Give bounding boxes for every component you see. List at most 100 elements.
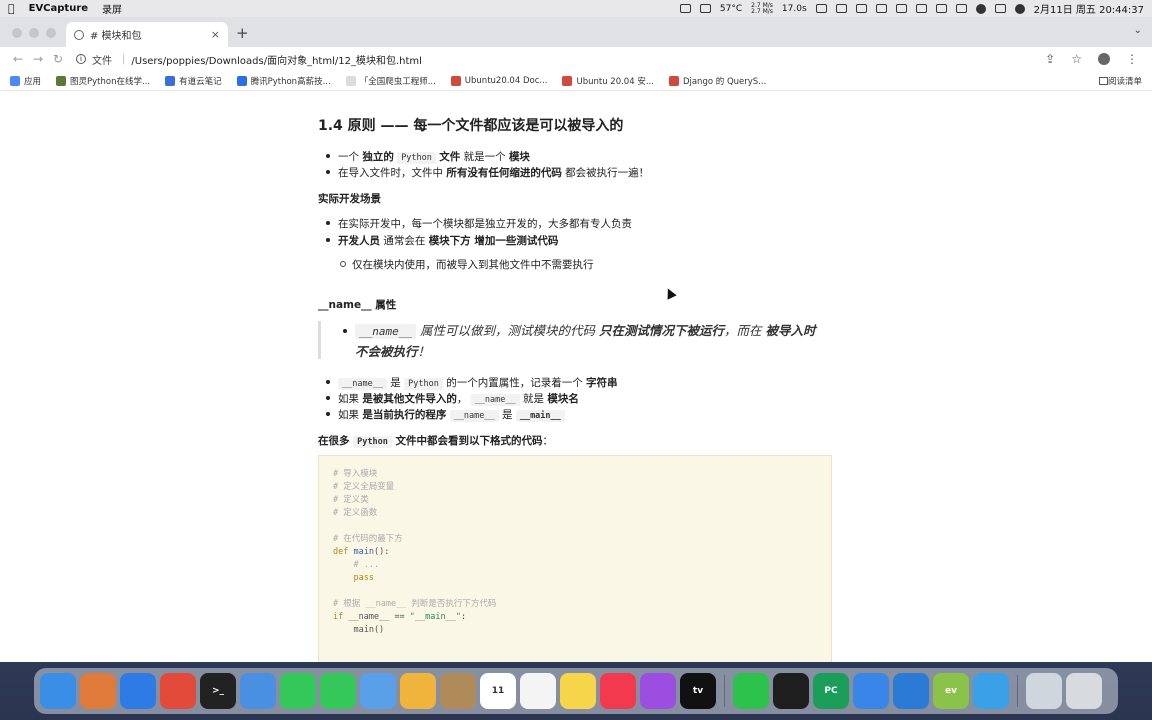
address-scheme-label: 文件 [92, 55, 112, 67]
text: 是 [386, 377, 405, 389]
wechat-icon[interactable] [733, 673, 769, 709]
search-icon[interactable] [975, 3, 986, 14]
inline-code: __name__ [355, 324, 416, 339]
bookmark-label: 图灵Python在线学... [70, 76, 151, 87]
more-menu-icon[interactable]: ⋮ [1126, 52, 1138, 66]
bold-text: 文件中都会看到以下格式的代码 [391, 435, 543, 447]
display-icon[interactable] [835, 4, 847, 13]
minimize-window-button[interactable] [29, 28, 39, 38]
code-line: # 根据 __name__ 判断是否执行下方代码 [333, 599, 497, 609]
section-heading: 1.4 原则 —— 每一个文件都应该是可以被导入的 [318, 118, 624, 134]
bookmark-favicon-icon [10, 75, 20, 86]
vscode-icon[interactable] [893, 673, 929, 709]
bookmark-item[interactable]: 图灵Python在线学... [56, 75, 150, 87]
bookmark-item[interactable]: 「全国爬虫工程师... [345, 75, 436, 87]
pycharm-icon[interactable]: PC [813, 673, 849, 709]
tv-icon[interactable]: tv [680, 673, 716, 709]
share-icon[interactable]: ⇪ [1045, 52, 1055, 66]
bookmark-item[interactable]: 腾讯Python高薪技... [236, 75, 331, 87]
evcapture-icon[interactable]: ev [933, 673, 969, 709]
menu-item-record[interactable]: 录屏 [102, 1, 122, 16]
reload-icon[interactable]: ↻ [48, 52, 68, 66]
dock-separator [724, 675, 725, 707]
tab-search-icon[interactable]: ⌄ [1134, 25, 1142, 36]
close-tab-icon[interactable]: × [211, 28, 220, 41]
clock[interactable]: 2月11日 周五 20:44:37 [1034, 1, 1144, 16]
trash-icon[interactable] [1066, 673, 1102, 709]
text: 的一个内置属性，记录着一个 [442, 377, 587, 389]
podcasts-icon[interactable] [640, 673, 676, 709]
battery-icon[interactable] [935, 4, 947, 13]
wechat-tray-icon[interactable] [855, 4, 867, 13]
chat-icon[interactable] [699, 4, 711, 13]
facetime-icon[interactable] [280, 673, 316, 709]
bookmark-item[interactable]: 有道云笔记 [165, 75, 222, 87]
subheading-scenario: 实际开发场景 [318, 193, 381, 205]
calendar-icon[interactable]: 11 [480, 673, 516, 709]
window-icon[interactable] [875, 4, 887, 13]
code-line: # 定义全局变量 [333, 482, 395, 492]
temperature-readout[interactable]: 57°C [720, 4, 742, 14]
inline-code: __name__ [449, 410, 499, 422]
safari-icon[interactable] [120, 673, 156, 709]
qq-icon[interactable] [773, 673, 809, 709]
apple-icon[interactable]:  [8, 2, 15, 15]
bookmark-favicon-icon [165, 75, 176, 86]
bookmark-item[interactable]: 应用 [10, 75, 41, 87]
volume-icon[interactable] [895, 4, 907, 13]
back-icon[interactable]: ← [8, 52, 28, 66]
text: 仅在模块内使用，而被导入到其他文件中不需要执行 [352, 259, 594, 271]
info-icon[interactable]: i [76, 54, 86, 64]
profile-avatar[interactable] [1098, 53, 1110, 65]
menu-app-name[interactable]: EVCapture [29, 3, 88, 14]
browser-toolbar: ← → ↻ i 文件 | /Users/poppies/Downloads/面向… [0, 47, 1152, 71]
bookmark-item[interactable]: Ubuntu 20.04 安... [562, 75, 654, 87]
notes-icon[interactable] [560, 673, 596, 709]
bookmark-item[interactable]: Django 的 QueryS... [668, 75, 766, 87]
list-item: 开发人员 通常会在 模块下方 增加一些测试代码 [318, 233, 558, 248]
address-path[interactable]: /Users/poppies/Downloads/面向对象_html/12_模块… [131, 52, 422, 67]
forward-icon[interactable]: → [28, 52, 48, 66]
bluetooth-icon[interactable] [915, 4, 927, 13]
contacts-icon[interactable] [440, 673, 476, 709]
bold-text: 独立的 [362, 151, 394, 163]
mail-icon[interactable] [240, 673, 276, 709]
zoom-window-button[interactable] [46, 28, 56, 38]
bookmark-star-icon[interactable]: ☆ [1071, 52, 1082, 66]
camera-icon[interactable] [815, 4, 827, 13]
list-item: 如果 是当前执行的程序 __name__ 是 __main__ [318, 407, 565, 422]
finder-icon[interactable] [40, 673, 76, 709]
reading-list-button[interactable]: 阅读清单 [1098, 75, 1142, 87]
list-item: 一个 独立的 Python 文件 就是一个 模块 [318, 149, 530, 164]
reminders-icon[interactable] [520, 673, 556, 709]
qqmessage-icon[interactable] [973, 673, 1009, 709]
baidunetdisk-icon[interactable] [853, 673, 889, 709]
control-center-icon[interactable] [994, 4, 1006, 13]
mouse-cursor [663, 286, 677, 300]
siri-icon[interactable] [1014, 3, 1025, 14]
wifi-icon[interactable] [955, 4, 967, 13]
close-window-button[interactable] [12, 28, 22, 38]
messages-icon[interactable] [320, 673, 356, 709]
maps-icon[interactable] [360, 673, 396, 709]
bullet-icon [326, 412, 330, 416]
window-controls [12, 28, 56, 38]
terminal-icon[interactable]: >_ [200, 673, 236, 709]
address-bar[interactable]: i 文件 | /Users/poppies/Downloads/面向对象_htm… [76, 48, 1045, 70]
bold-text: 字符串 [586, 377, 618, 389]
network-speed[interactable]: 2.7 M/s 2.7 M/s [751, 2, 773, 15]
bullet-icon [343, 329, 347, 333]
text: ： [542, 435, 554, 447]
code-line: # 定义类 [333, 495, 369, 505]
code-block[interactable]: # 导入模块 # 定义全局变量 # 定义类 # 定义函数 # 在代码的最下方 def m… [318, 455, 832, 662]
new-tab-button[interactable]: + [236, 24, 249, 42]
cloud-icon[interactable] [679, 4, 691, 13]
photos-icon[interactable] [400, 673, 436, 709]
bookmark-item[interactable]: Ubuntu20.04 Doc... [450, 75, 547, 86]
browser-tab[interactable]: # 模块和包 × [66, 22, 228, 47]
music-icon[interactable] [600, 673, 636, 709]
timer-readout[interactable]: 17.0s [782, 4, 807, 14]
launchpad-icon[interactable] [80, 673, 116, 709]
downloads-icon[interactable] [1026, 673, 1062, 709]
chrome-icon[interactable] [160, 673, 196, 709]
